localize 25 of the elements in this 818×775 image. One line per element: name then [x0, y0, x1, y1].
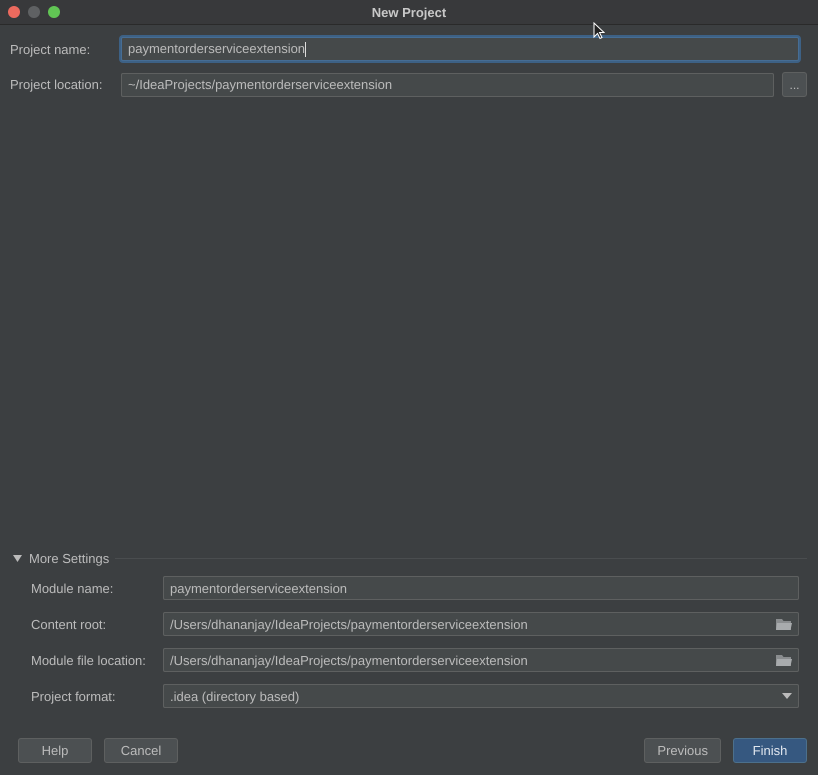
text-field[interactable]: /Users/dhananjay/IdeaProjects/paymentorderserviceextension: [163, 612, 799, 636]
folder-icon[interactable]: [776, 618, 792, 630]
window-title: New Project: [372, 4, 446, 20]
more-settings-toggle[interactable]: More Settings: [10, 551, 110, 566]
dropdown-arrow-icon: [782, 693, 792, 699]
text-field[interactable]: /Users/dhananjay/IdeaProjects/paymentorderserviceextension: [163, 648, 799, 672]
text-field[interactable]: paymentorderserviceextension: [121, 37, 799, 61]
field-label: Module name:: [31, 580, 114, 596]
dialog-button[interactable]: Finish: [733, 738, 807, 763]
browse-button[interactable]: ...: [782, 72, 807, 97]
close-button[interactable]: [8, 6, 20, 18]
field-label: Project name:: [10, 42, 92, 56]
field-label: Project format:: [31, 688, 117, 704]
expand-triangle-icon: [13, 555, 22, 562]
folder-icon[interactable]: [776, 654, 792, 666]
field-label: Module file location:: [31, 652, 147, 668]
dropdown[interactable]: .idea (directory based): [163, 684, 799, 708]
dialog-button[interactable]: Previous: [644, 738, 721, 763]
field-label: Content root:: [31, 616, 108, 632]
field-label: Project location:: [10, 77, 104, 92]
text-field[interactable]: ~/IdeaProjects/paymentorderserviceextension: [121, 72, 774, 96]
dialog-button[interactable]: Cancel: [104, 738, 178, 763]
zoom-button[interactable]: [48, 6, 60, 18]
text-field[interactable]: paymentorderserviceextension: [163, 576, 799, 600]
dialog-button[interactable]: Help: [18, 738, 92, 763]
